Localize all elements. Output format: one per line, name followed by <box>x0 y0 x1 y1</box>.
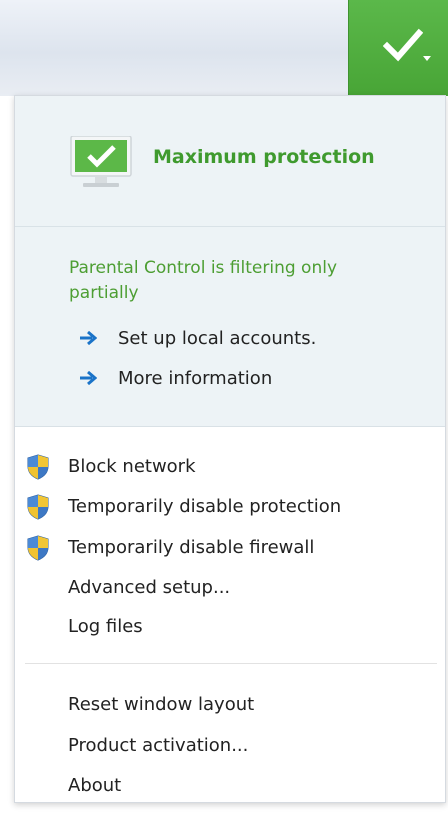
check-icon <box>383 28 423 62</box>
parental-control-notice: Parental Control is filtering only parti… <box>69 258 337 303</box>
menu-item-label: Reset window layout <box>68 693 255 715</box>
arrow-right-icon <box>79 370 101 386</box>
menu-item-label: Temporarily disable firewall <box>68 536 315 558</box>
summary-divider <box>15 226 445 227</box>
menu-item-label: Log files <box>68 615 143 637</box>
menu-item-label: Block network <box>68 455 196 477</box>
menu-item-label: Temporarily disable protection <box>68 495 342 517</box>
protection-status-title: Maximum protection <box>153 146 375 168</box>
dropdown-arrow-icon <box>423 56 431 61</box>
setup-local-accounts-link[interactable]: Set up local accounts. <box>79 326 316 350</box>
shield-icon <box>27 535 49 561</box>
protection-status-button[interactable] <box>348 0 448 96</box>
arrow-right-icon <box>79 330 101 346</box>
status-menu-panel: Maximum protection Parental Control is f… <box>14 95 446 803</box>
more-information-link[interactable]: More information <box>79 366 272 390</box>
menu-item-label: About <box>68 774 122 796</box>
menu-item-label: Product activation... <box>68 734 249 756</box>
shield-icon <box>27 494 49 520</box>
link-label: Set up local accounts. <box>118 327 317 349</box>
menu-item-label: Advanced setup... <box>68 576 231 598</box>
link-label: More information <box>118 367 273 389</box>
monitor-check-icon <box>70 136 132 187</box>
shield-icon <box>27 454 49 480</box>
menu-separator <box>25 663 437 664</box>
protection-summary: Maximum protection Parental Control is f… <box>15 96 445 427</box>
